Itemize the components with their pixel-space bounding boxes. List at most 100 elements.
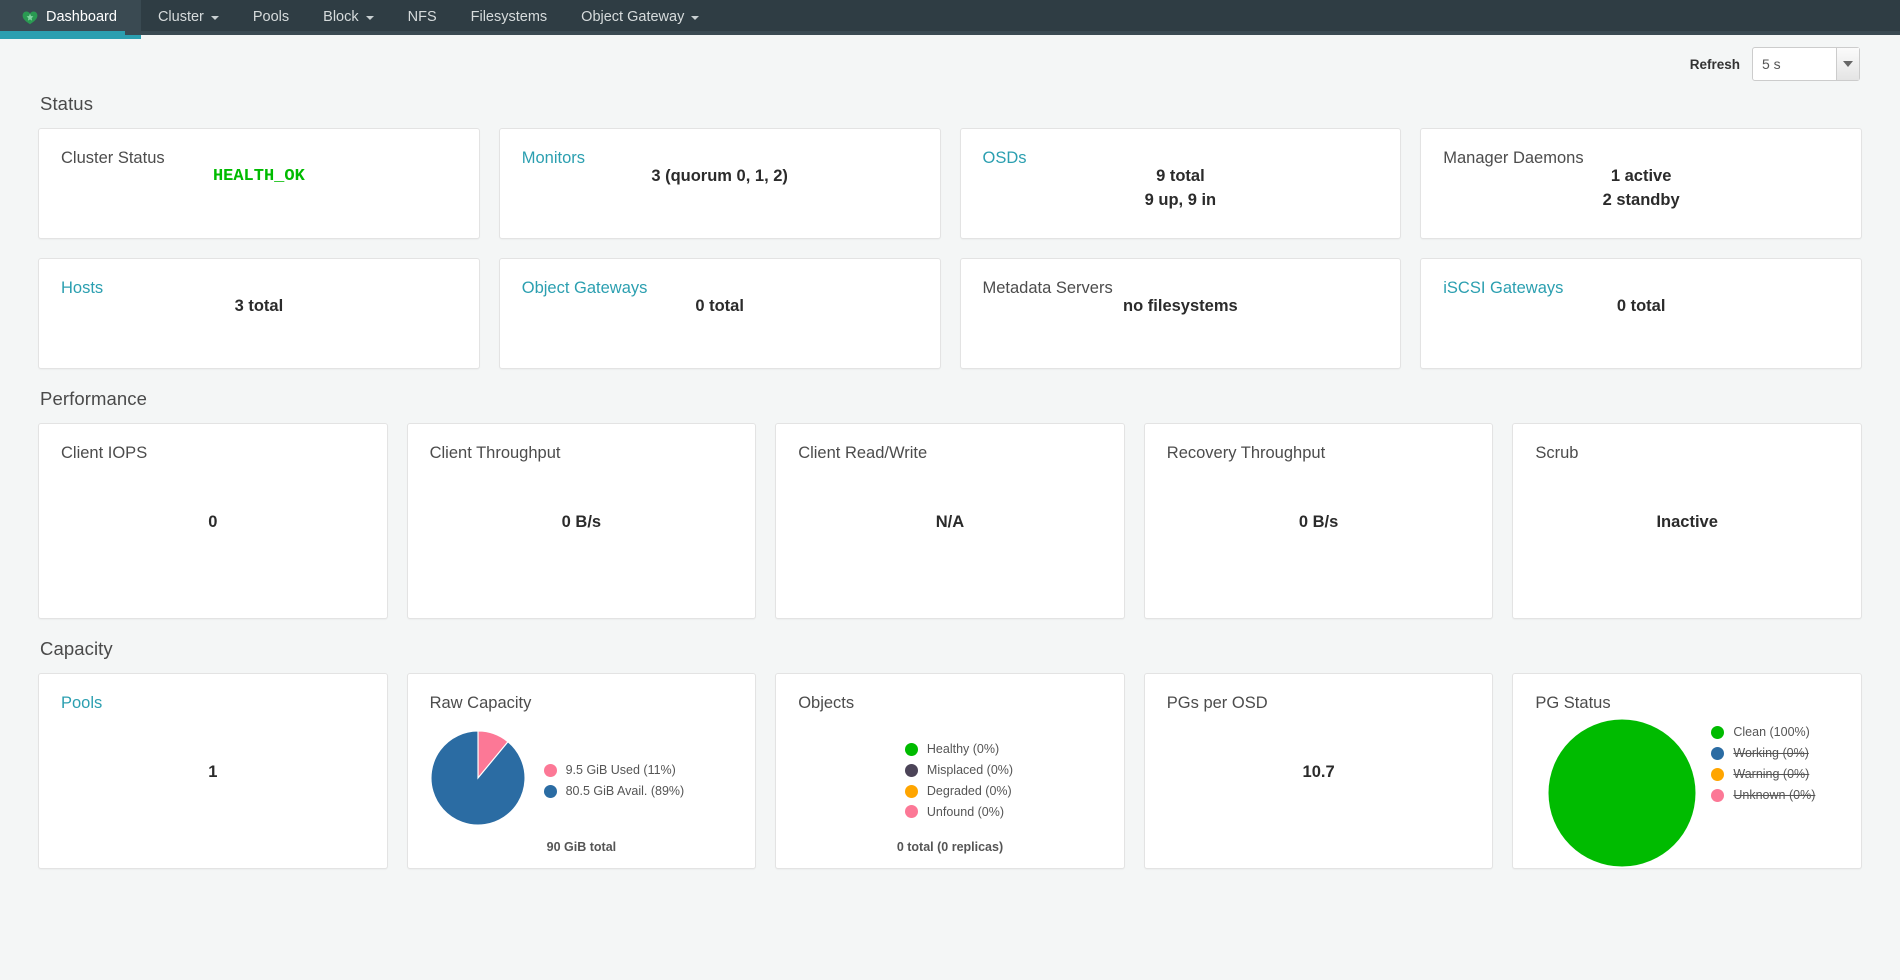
card-raw-capacity: Raw Capacity 9.5 GiB Used (11%) 80.5 GiB … — [406, 673, 757, 869]
legend-color-swatch-icon — [543, 784, 557, 798]
legend-color-swatch-icon — [904, 742, 918, 756]
refresh-interval-value: 5 s — [1762, 56, 1781, 72]
legend-item[interactable]: 9.5 GiB Used (11%) — [543, 762, 685, 779]
navbar-underline — [0, 31, 1900, 35]
pg-status-legend: Clean (100%) Working (0%) Warning (0%) Unkn… — [1711, 724, 1815, 804]
card-value-monitors: 3 (quorum 0, 1, 2) — [651, 167, 788, 185]
legend-item[interactable]: Degraded (0%) — [904, 783, 1013, 800]
card-scrub: Scrub Inactive — [1512, 423, 1862, 619]
legend-item[interactable]: Misplaced (0%) — [904, 762, 1014, 779]
card-client-iops: Client IOPS 0 — [38, 423, 388, 619]
card-value-hosts: 3 total — [234, 297, 284, 315]
card-value-client-iops: 0 — [208, 513, 218, 531]
dashboard-page: Refresh 5 s Status Cluster Status HEALTH… — [0, 35, 1900, 869]
legend-item-label: Degraded (0%) — [926, 783, 1012, 798]
card-cluster-status: Cluster Status HEALTH_OK — [38, 128, 480, 239]
refresh-label: Refresh — [1689, 56, 1740, 72]
nav-item-cluster[interactable]: Cluster — [141, 0, 236, 35]
legend-item[interactable]: Unfound (0%) — [904, 804, 1013, 821]
raw-capacity-pie-chart — [429, 730, 526, 831]
legend-item-label: Warning (0%) — [1733, 766, 1810, 781]
legend-item[interactable]: Working (0%) — [1711, 745, 1815, 762]
performance-row: Client IOPS 0 Client Throughput 0 B/s Cl… — [38, 423, 1862, 619]
navbar-active-indicator — [0, 31, 125, 35]
card-objects: Objects Healthy (0%) Misplaced (0%) Degrad… — [775, 673, 1125, 869]
card-title-metadata-servers: Metadata Servers — [982, 279, 1113, 297]
card-value-cluster-status: HEALTH_OK — [212, 167, 305, 186]
card-value-client-throughput: 0 B/s — [561, 513, 602, 531]
legend-item-label: Misplaced (0%) — [926, 762, 1014, 777]
nav-item-filesystems-label: Filesystems — [470, 9, 548, 26]
section-title-status: Status — [40, 93, 94, 114]
legend-item-label: 80.5 GiB Avail. (89%) — [565, 783, 685, 798]
card-title-raw-capacity: Raw Capacity — [429, 694, 532, 712]
nav-item-dashboard-label: Dashboard — [46, 9, 117, 26]
card-pools[interactable]: Pools 1 — [38, 673, 388, 869]
card-title-object-gateways[interactable]: Object Gateways — [500, 259, 940, 297]
nav-item-object-gateway-label: Object Gateway — [581, 9, 685, 26]
nav-item-cluster-label: Cluster — [157, 9, 204, 26]
nav-item-nfs-label: NFS — [407, 9, 437, 26]
legend-item[interactable]: Clean (100%) — [1711, 724, 1815, 741]
card-recovery-throughput: Recovery Throughput 0 B/s — [1143, 423, 1494, 619]
capacity-row: Pools 1 Raw Capacity 9.5 GiB Used (11%) 8… — [38, 673, 1862, 869]
card-value-manager-daemons: 1 active 2 standby — [1602, 167, 1680, 209]
legend-item[interactable]: Warning (0%) — [1711, 766, 1815, 783]
nav-item-block[interactable]: Block — [306, 0, 390, 35]
legend-color-swatch-icon — [904, 784, 918, 798]
nav-item-pools[interactable]: Pools — [236, 0, 306, 35]
card-value-pgs-per-osd: 10.7 — [1302, 763, 1335, 781]
legend-item[interactable]: Unknown (0%) — [1711, 787, 1815, 804]
card-title-manager-daemons: Manager Daemons — [1443, 149, 1584, 167]
legend-color-swatch-icon — [543, 763, 557, 777]
card-title-client-read-write: Client Read/Write — [798, 444, 928, 462]
refresh-bar: Refresh 5 s — [38, 35, 1862, 93]
legend-item-label: Unfound (0%) — [926, 804, 1005, 819]
card-title-cluster-status: Cluster Status — [61, 149, 165, 167]
card-value-pools: 1 — [208, 763, 218, 781]
card-osds[interactable]: OSDs 9 total 9 up, 9 in — [959, 128, 1402, 239]
nav-item-dashboard[interactable]: Dashboard — [0, 0, 141, 39]
chevron-down-icon — [365, 15, 374, 20]
main-navbar: Dashboard Cluster Pools Block NFS Filesy… — [0, 0, 1900, 39]
card-title-osds[interactable]: OSDs — [961, 129, 1401, 167]
card-value-osds: 9 total 9 up, 9 in — [1144, 167, 1217, 209]
refresh-interval-select[interactable]: 5 s — [1752, 47, 1860, 81]
card-metadata-servers: Metadata Servers no filesystems — [959, 258, 1402, 369]
card-manager-daemons: Manager Daemons 1 active 2 standby — [1420, 128, 1862, 239]
card-object-gateways[interactable]: Object Gateways 0 total — [498, 258, 941, 369]
legend-item[interactable]: 80.5 GiB Avail. (89%) — [543, 783, 685, 800]
card-monitors[interactable]: Monitors 3 (quorum 0, 1, 2) — [498, 128, 941, 239]
nav-item-nfs[interactable]: NFS — [391, 0, 454, 35]
nav-item-block-label: Block — [323, 9, 359, 26]
card-pgs-per-osd: PGs per OSD 10.7 — [1143, 673, 1494, 869]
chevron-down-icon — [210, 15, 219, 20]
section-title-performance: Performance — [40, 388, 148, 409]
card-hosts[interactable]: Hosts 3 total — [38, 258, 480, 369]
card-title-monitors[interactable]: Monitors — [500, 129, 940, 167]
card-value-scrub: Inactive — [1656, 513, 1718, 531]
legend-item-label: Clean (100%) — [1733, 725, 1810, 740]
nav-item-filesystems[interactable]: Filesystems — [454, 0, 565, 35]
legend-color-swatch-icon — [1711, 746, 1725, 760]
ceph-logo-icon — [22, 10, 38, 25]
card-client-throughput: Client Throughput 0 B/s — [406, 423, 757, 619]
legend-color-swatch-icon — [904, 763, 918, 777]
chevron-down-icon — [691, 15, 700, 20]
card-title-pools[interactable]: Pools — [39, 674, 387, 712]
nav-item-object-gateway[interactable]: Object Gateway — [564, 0, 716, 35]
chevron-down-icon[interactable] — [1836, 48, 1859, 80]
card-value-recovery-throughput: 0 B/s — [1298, 513, 1339, 531]
card-title-pgs-per-osd: PGs per OSD — [1166, 694, 1268, 712]
nav-item-pools-label: Pools — [252, 9, 290, 26]
objects-legend: Healthy (0%) Misplaced (0%) Degraded (0%) U… — [904, 741, 1014, 821]
card-iscsi-gateways[interactable]: iSCSI Gateways 0 total — [1420, 258, 1862, 369]
card-title-client-throughput: Client Throughput — [429, 444, 561, 462]
legend-item[interactable]: Healthy (0%) — [904, 741, 1013, 758]
card-title-iscsi-gateways[interactable]: iSCSI Gateways — [1421, 259, 1861, 297]
card-title-hosts[interactable]: Hosts — [39, 259, 479, 297]
raw-capacity-chart-area: 9.5 GiB Used (11%) 80.5 GiB Avail. (89%) — [408, 712, 756, 837]
objects-footer: 0 total (0 replicas) — [896, 840, 1004, 854]
legend-color-swatch-icon — [1711, 767, 1725, 781]
objects-chart-area: Healthy (0%) Misplaced (0%) Degraded (0%) U… — [776, 712, 1124, 837]
